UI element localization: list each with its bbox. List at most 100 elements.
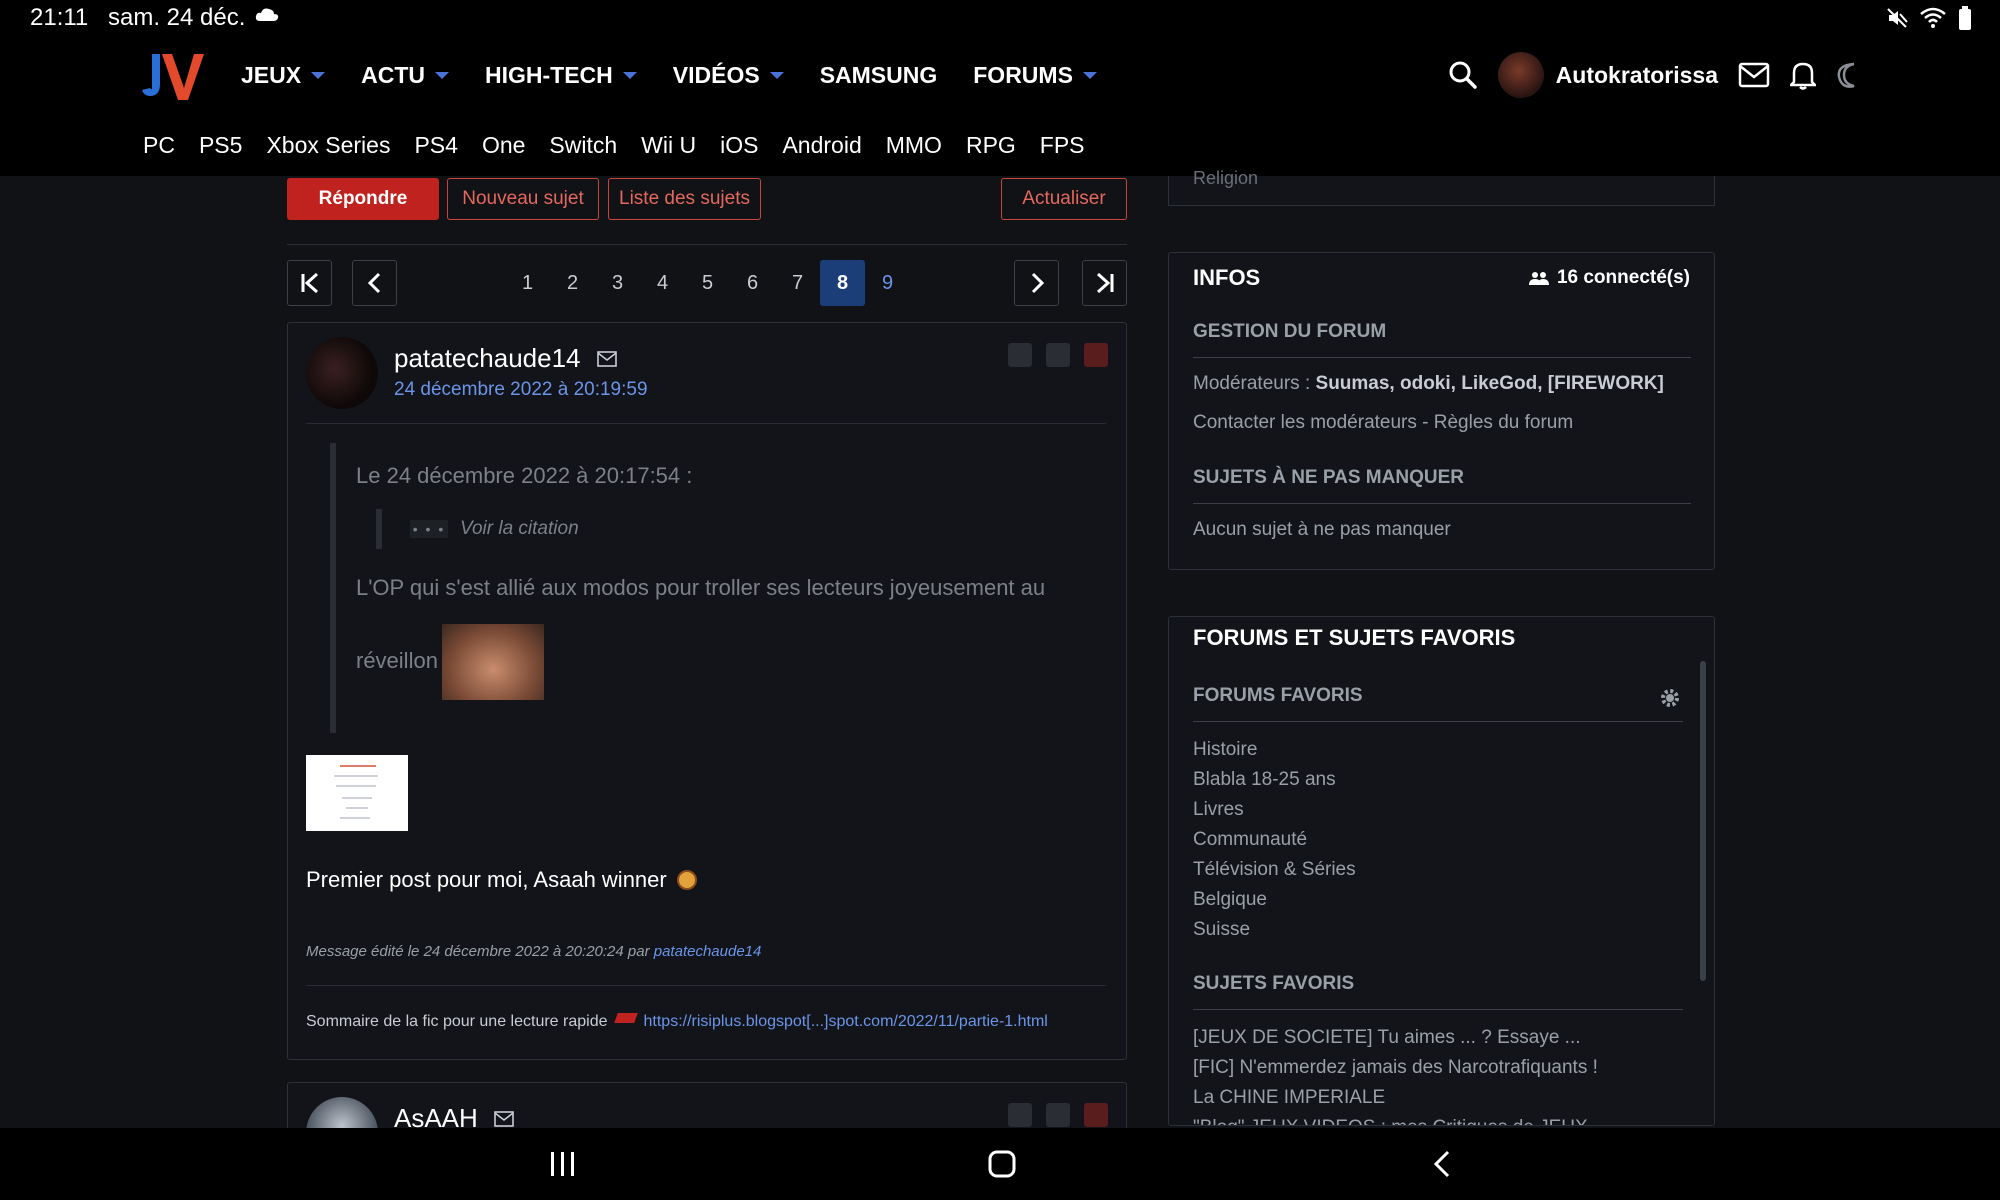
chevron-down-icon	[622, 72, 637, 79]
recent-apps-icon[interactable]	[549, 1152, 577, 1176]
platform-link[interactable]: PS5	[199, 132, 242, 159]
system-navigation-bar	[0, 1128, 2000, 1200]
contact-moderators-link[interactable]: Contacter les modérateurs - Règles du fo…	[1193, 412, 1573, 434]
nav-item-high-tech[interactable]: HIGH-TECH	[485, 62, 637, 89]
cut-text: Religion	[1193, 168, 1259, 188]
author-name[interactable]: patatechaude14	[394, 343, 581, 374]
post-text: Premier post pour moi, Asaah winner	[306, 867, 667, 892]
platform-link[interactable]: Android	[782, 132, 861, 159]
platform-link[interactable]: Wii U	[641, 132, 696, 159]
topic-list-button[interactable]: Liste des sujets	[608, 178, 761, 220]
platform-link[interactable]: Switch	[549, 132, 617, 159]
refresh-button[interactable]: Actualiser	[1001, 178, 1127, 220]
forum-post: patatechaude14 24 décembre 2022 à 20:19:…	[287, 322, 1127, 1060]
page-link[interactable]: 9	[865, 260, 910, 306]
sticker-image[interactable]	[441, 624, 544, 701]
favorite-topic-link[interactable]: [JEUX DE SOCIETE] Tu aimes ... ? Essaye …	[1193, 1023, 1598, 1053]
mail-icon[interactable]	[596, 350, 617, 367]
nav-item-samsung[interactable]: SAMSUNG	[820, 62, 938, 89]
connected-text: 16 connecté(s)	[1556, 267, 1690, 288]
first-page-button[interactable]	[287, 260, 332, 306]
platform-link[interactable]: MMO	[886, 132, 942, 159]
dark-mode-icon[interactable]	[1836, 61, 1864, 89]
current-page[interactable]: 8	[820, 260, 865, 306]
chevron-right-icon	[1031, 272, 1044, 294]
nav-item-jeux[interactable]: JEUX	[241, 62, 326, 89]
cloud-icon	[255, 8, 279, 21]
mail-icon[interactable]	[494, 1110, 514, 1127]
favorite-forum-link[interactable]: Communauté	[1193, 825, 1356, 855]
favorite-forum-link[interactable]: Suisse	[1193, 915, 1356, 945]
next-page-button[interactable]	[1014, 260, 1059, 306]
page-numbers: 123456789	[505, 260, 910, 306]
main-menu: JEUX ACTU HIGH-TECH VIDÉOS SAMSUNG FORUMS	[241, 62, 1097, 89]
page-link[interactable]: 6	[730, 260, 775, 306]
report-icon[interactable]	[1084, 1103, 1108, 1127]
favorite-forum-link[interactable]: Blabla 18-25 ans	[1193, 765, 1356, 795]
block-user-icon[interactable]	[1046, 343, 1070, 367]
view-quote-link[interactable]: Voir la citation	[460, 518, 579, 540]
page-link[interactable]: 4	[640, 260, 685, 306]
quote-icon[interactable]	[1008, 1103, 1032, 1127]
signature: Sommaire de la fic pour une lecture rapi…	[306, 1013, 1048, 1031]
page-link[interactable]: 2	[550, 260, 595, 306]
favorite-topic-link[interactable]: [FIC] N'emmerdez jamais des Narcotrafiqu…	[1193, 1053, 1598, 1083]
divider	[306, 985, 1106, 986]
signature-link[interactable]: https://risiplus.blogspot[...]spot.com/2…	[644, 1013, 1048, 1031]
platform-link[interactable]: Xbox Series	[266, 132, 390, 159]
nav-item-forums[interactable]: FORUMS	[973, 62, 1097, 89]
favorite-forum-link[interactable]: Télévision & Séries	[1193, 855, 1356, 885]
home-icon[interactable]	[988, 1150, 1016, 1178]
reply-button[interactable]: Répondre	[287, 178, 439, 220]
forum-management-title: GESTION DU FORUM	[1193, 321, 1387, 342]
search-icon[interactable]	[1448, 60, 1478, 90]
page-link[interactable]: 1	[505, 260, 550, 306]
page-link[interactable]: 5	[685, 260, 730, 306]
user-avatar[interactable]	[1497, 52, 1544, 98]
gear-icon[interactable]	[1659, 687, 1681, 709]
favorite-topic-link[interactable]: "Blog" JEUX VIDEOS : mes Critiques de JE…	[1193, 1113, 1598, 1125]
moderators-list[interactable]: Suumas, odoki, LikeGod, [FIREWORK]	[1316, 373, 1664, 394]
status-date: sam. 24 déc.	[108, 4, 246, 31]
platform-link[interactable]: FPS	[1040, 132, 1085, 159]
favorite-topic-link[interactable]: La CHINE IMPERIALE	[1193, 1083, 1598, 1113]
mail-icon[interactable]	[1738, 62, 1770, 88]
favorite-topics-title: SUJETS FAVORIS	[1193, 973, 1355, 994]
platform-link[interactable]: PS4	[414, 132, 457, 159]
page-link[interactable]: 7	[775, 260, 820, 306]
back-icon[interactable]	[1432, 1150, 1452, 1178]
scrollbar[interactable]	[1700, 661, 1706, 981]
platform-navigation: PC PS5 Xbox Series PS4 One Switch Wii U iOS Andr…	[0, 118, 2000, 176]
previous-page-button[interactable]	[352, 260, 397, 306]
chevron-down-icon	[769, 72, 784, 79]
favorite-forum-link[interactable]: Histoire	[1193, 735, 1356, 765]
nav-item-vidéos[interactable]: VIDÉOS	[673, 62, 784, 89]
new-topic-button[interactable]: Nouveau sujet	[447, 178, 599, 220]
user-name[interactable]: Autokratorissa	[1556, 62, 1718, 89]
screenshot-thumbnail[interactable]	[306, 755, 408, 831]
platform-link[interactable]: iOS	[720, 132, 758, 159]
post-date[interactable]: 24 décembre 2022 à 20:19:59	[394, 379, 648, 401]
jv-logo[interactable]	[140, 52, 204, 102]
quote-icon[interactable]	[1008, 343, 1032, 367]
block-user-icon[interactable]	[1046, 1103, 1070, 1127]
editor-link[interactable]: patatechaude14	[654, 943, 762, 960]
quote-text: L'OP qui s'est allié aux modos pour trol…	[356, 575, 1096, 701]
page-link[interactable]: 3	[595, 260, 640, 306]
last-page-button[interactable]	[1082, 260, 1127, 306]
platform-link[interactable]: RPG	[966, 132, 1016, 159]
favorite-forum-link[interactable]: Belgique	[1193, 885, 1356, 915]
bell-icon[interactable]	[1790, 60, 1816, 90]
topic-toolbar: Répondre Nouveau sujet Liste des sujets …	[287, 178, 1127, 220]
post-actions	[1008, 343, 1108, 367]
favorite-forum-link[interactable]: Livres	[1193, 795, 1356, 825]
platform-link[interactable]: PC	[143, 132, 175, 159]
divider	[1193, 357, 1691, 358]
last-page-icon	[1096, 272, 1113, 294]
author-avatar[interactable]	[306, 337, 378, 409]
platform-link[interactable]: One	[482, 132, 525, 159]
nav-item-actu[interactable]: ACTU	[361, 62, 449, 89]
report-icon[interactable]	[1084, 343, 1108, 367]
expand-quote-button[interactable]: • • •	[410, 520, 448, 538]
forum-infos-panel: INFOS 16 connecté(s) GESTION DU FORUM Mo…	[1168, 252, 1715, 570]
